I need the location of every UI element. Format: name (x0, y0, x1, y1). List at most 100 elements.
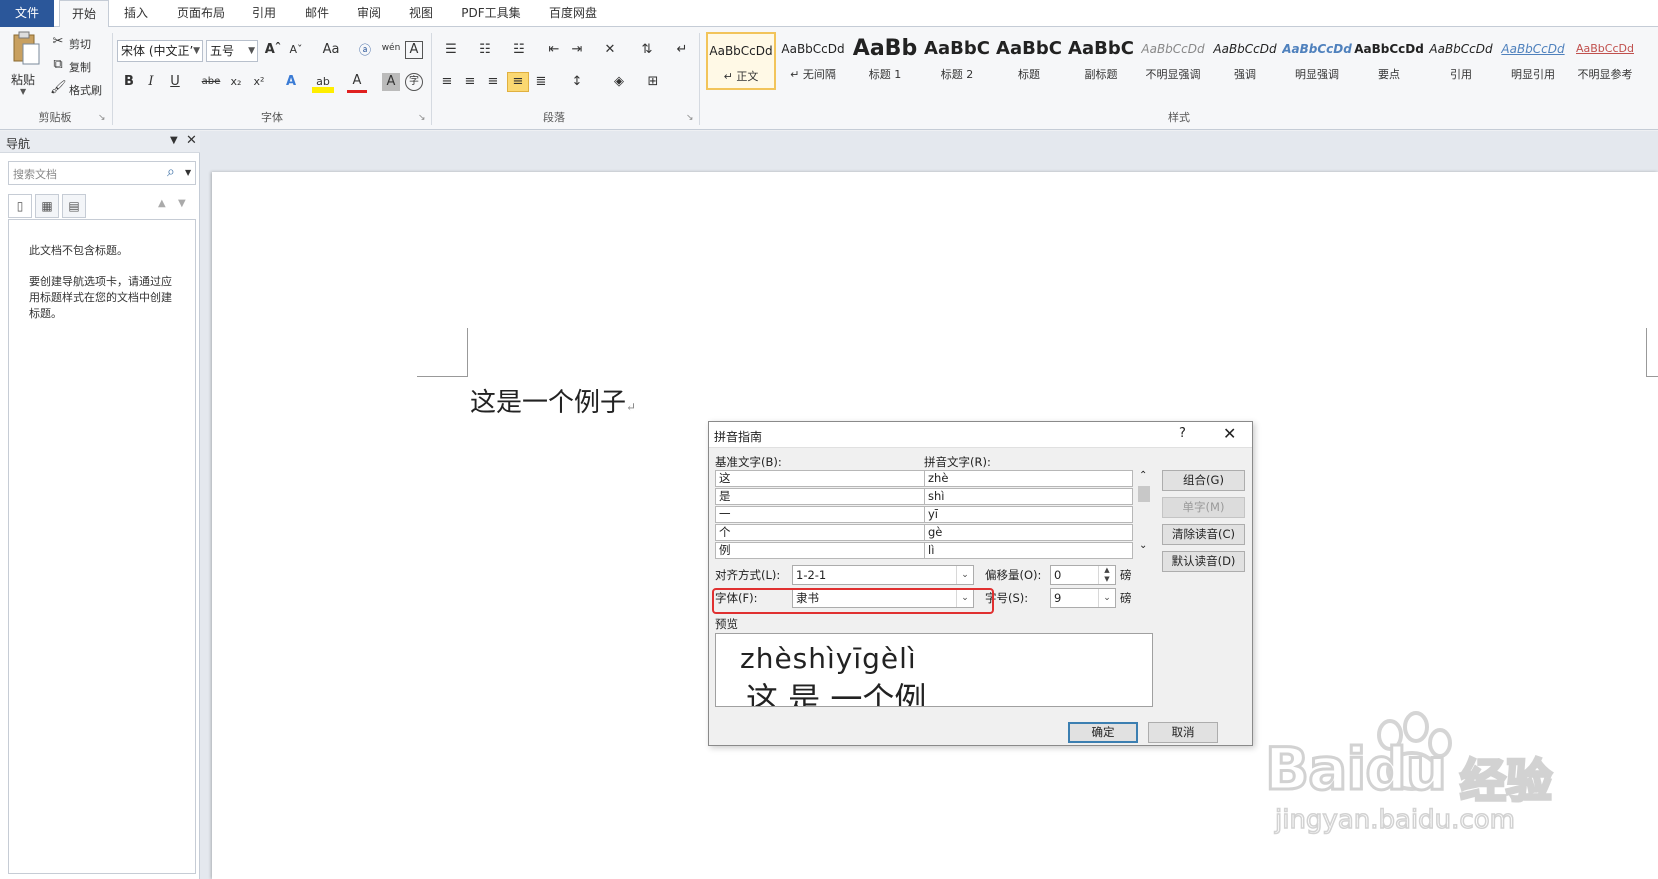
offset-spinner[interactable]: 0 ▲ ▼ (1050, 565, 1116, 585)
cut-button[interactable]: ✂ 剪切 (50, 34, 106, 52)
increase-indent-icon[interactable]: ⇥ (568, 41, 586, 61)
align-right-icon[interactable]: ≡ (484, 73, 502, 93)
show-marks-icon[interactable]: ↵ (673, 41, 691, 61)
base-text-field[interactable]: 是 (715, 488, 925, 505)
tab-mailings[interactable]: 邮件 (295, 0, 339, 27)
tab-references[interactable]: 引用 (242, 0, 286, 27)
results-view-icon[interactable]: ▤ (62, 194, 86, 218)
style-heading-1[interactable]: AaBb 标题 1 (850, 32, 920, 90)
search-icon[interactable]: ⌕ (167, 164, 175, 180)
chevron-down-icon[interactable]: ▼ (185, 168, 191, 177)
close-icon[interactable]: ✕ (1223, 424, 1236, 443)
alignment-select[interactable]: 1-2-1 ⌄ (792, 565, 974, 585)
style-subtle-reference[interactable]: AaBbCcDd 不明显参考 (1570, 32, 1640, 90)
close-icon[interactable]: ✕ (186, 133, 197, 148)
grow-font-icon[interactable]: Aˆ (263, 41, 283, 61)
line-spacing-icon[interactable]: ↕ (564, 73, 590, 93)
dialog-launcher-icon[interactable]: ↘ (98, 113, 106, 123)
tab-pdf-tools[interactable]: PDF工具集 (455, 0, 527, 27)
phonetic-guide-icon[interactable]: wén (380, 39, 402, 59)
mono-button[interactable]: 单字(M) (1162, 497, 1245, 518)
dialog-launcher-icon[interactable]: ↘ (418, 113, 426, 123)
align-left-icon[interactable]: ≡ (438, 73, 456, 93)
nav-search-box[interactable]: 搜索文档 ⌕ ▼ (8, 161, 196, 185)
style-subtle-emphasis[interactable]: AaBbCcDd 不明显强调 (1138, 32, 1208, 90)
dialog-launcher-icon[interactable]: ↘ (686, 113, 694, 123)
tab-page-layout[interactable]: 页面布局 (170, 0, 232, 27)
headings-view-icon[interactable]: ▯ (8, 194, 32, 218)
style-title[interactable]: AaBbC 标题 (994, 32, 1064, 90)
highlight-icon[interactable]: ab (312, 73, 334, 93)
scrollbar-thumb[interactable] (1138, 486, 1150, 502)
style-quote[interactable]: AaBbCcDd 引用 (1426, 32, 1496, 90)
size-select[interactable]: 9 ⌄ (1050, 588, 1116, 608)
decrease-indent-icon[interactable]: ⇤ (545, 41, 563, 61)
tab-insert[interactable]: 插入 (114, 0, 158, 27)
scroll-down-icon[interactable]: ⌄ (1139, 540, 1147, 551)
char-border-icon[interactable]: A (405, 41, 423, 59)
next-icon[interactable]: ▼ (178, 198, 186, 209)
font-size-combo[interactable]: 五号 ▼ (206, 40, 258, 62)
char-shading-icon[interactable]: A (382, 73, 400, 91)
pages-view-icon[interactable]: ▦ (35, 194, 59, 218)
nav-search-input[interactable]: 搜索文档 (13, 166, 57, 182)
tab-home[interactable]: 开始 (59, 0, 109, 28)
paste-button[interactable]: 粘贴 ▼ (6, 31, 42, 101)
bullets-icon[interactable]: ☰ (438, 41, 464, 61)
superscript-icon[interactable]: x² (249, 73, 269, 93)
base-text-field[interactable]: 一 (715, 506, 925, 523)
pane-menu-icon[interactable]: ▼ (170, 135, 178, 146)
style-no-spacing[interactable]: AaBbCcDd ↵ 无间隔 (778, 32, 848, 90)
base-text-field[interactable]: 这 (715, 470, 925, 487)
clear-reading-button[interactable]: 清除读音(C) (1162, 524, 1245, 545)
subscript-icon[interactable]: x₂ (226, 73, 246, 93)
sort-icon[interactable]: ⇅ (638, 41, 656, 61)
italic-icon[interactable]: I (142, 73, 160, 93)
group-button[interactable]: 组合(G) (1162, 470, 1245, 491)
style-intense-quote[interactable]: AaBbCcDd 明显引用 (1498, 32, 1568, 90)
ok-button[interactable]: 确定 (1068, 722, 1138, 743)
format-painter-button[interactable]: 🖌 格式刷 (50, 80, 110, 98)
font-color-icon[interactable]: A (347, 73, 367, 93)
shading-icon[interactable]: ◈ (606, 73, 632, 93)
ruby-text-field[interactable]: lì (924, 542, 1133, 559)
text-effects-icon[interactable]: A (281, 73, 301, 93)
style-heading-2[interactable]: AaBbC 标题 2 (922, 32, 992, 90)
ruby-text-field[interactable]: shì (924, 488, 1133, 505)
chinese-layout-icon[interactable]: ✕ (597, 41, 623, 61)
change-case-icon[interactable]: Aa (318, 41, 344, 61)
tab-baidu-netdisk[interactable]: 百度网盘 (540, 0, 606, 27)
align-center-icon[interactable]: ≡ (461, 73, 479, 93)
strikethrough-icon[interactable]: abe (200, 73, 222, 93)
spinner-icon[interactable]: ▲ ▼ (1098, 566, 1115, 584)
ruby-text-field[interactable]: gè (924, 524, 1133, 541)
copy-button[interactable]: ⧉ 复制 (50, 57, 106, 75)
bold-icon[interactable]: B (120, 73, 138, 93)
distributed-icon[interactable]: ≣ (532, 73, 550, 93)
previous-icon[interactable]: ▲ (158, 198, 166, 209)
ruby-text-field[interactable]: zhè (924, 470, 1133, 487)
borders-icon[interactable]: ⊞ (640, 73, 666, 93)
ruby-text-field[interactable]: yī (924, 506, 1133, 523)
scroll-up-icon[interactable]: ⌃ (1139, 470, 1147, 481)
default-reading-button[interactable]: 默认读音(D) (1162, 551, 1245, 572)
numbering-icon[interactable]: ☷ (472, 41, 498, 61)
style-emphasis[interactable]: AaBbCcDd 强调 (1210, 32, 1280, 90)
justify-icon[interactable]: ≡ (507, 72, 529, 92)
underline-icon[interactable]: U (166, 73, 184, 93)
document-body-text[interactable]: 这是一个例子↵ (470, 382, 636, 419)
base-text-field[interactable]: 个 (715, 524, 925, 541)
style-normal[interactable]: AaBbCcDd ↵ 正文 (706, 32, 776, 90)
base-text-field[interactable]: 例 (715, 542, 925, 559)
enclose-char-icon[interactable]: 字 (405, 73, 423, 91)
shrink-font-icon[interactable]: Aˇ (286, 41, 306, 61)
tab-review[interactable]: 审阅 (347, 0, 391, 27)
font-name-combo[interactable]: 宋体 (中文正’ ▼ (117, 40, 203, 62)
cancel-button[interactable]: 取消 (1148, 722, 1218, 743)
clear-format-icon[interactable]: ⓐ (356, 41, 374, 61)
style-subtitle[interactable]: AaBbC 副标题 (1066, 32, 1136, 90)
style-intense-emphasis[interactable]: AaBbCcDd 明显强调 (1282, 32, 1352, 90)
tab-file[interactable]: 文件 (0, 0, 54, 27)
rows-scrollbar[interactable]: ⌃ ⌄ (1136, 470, 1152, 559)
help-icon[interactable]: ? (1179, 426, 1186, 441)
